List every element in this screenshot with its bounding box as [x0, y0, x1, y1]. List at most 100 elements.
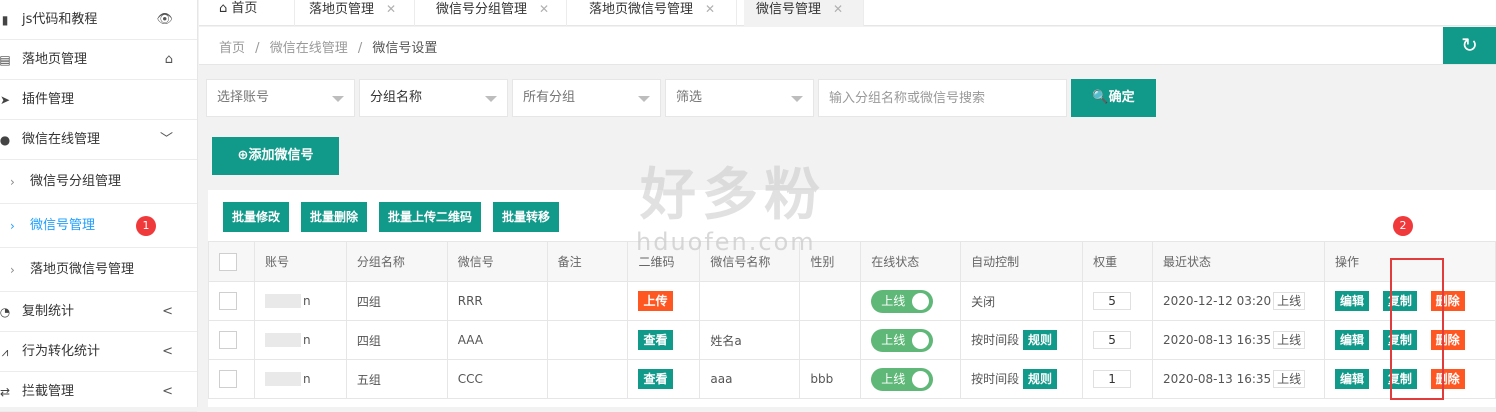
pie-chart-icon: ◔: [0, 305, 11, 319]
tab-group-mgmt[interactable]: 微信号分组管理 ✕: [424, 0, 567, 26]
chevron-down-icon: ﹀: [159, 132, 173, 147]
weight-input[interactable]: 1: [1093, 370, 1132, 388]
edit-button[interactable]: 编辑: [1334, 369, 1369, 389]
account-select[interactable]: 选择账号: [206, 79, 355, 117]
batch-edit-button[interactable]: 批量修改: [223, 202, 290, 232]
line-chart-icon: ⩘: [1, 345, 9, 359]
copy-button[interactable]: 复制: [1382, 369, 1417, 389]
tab-wechat-mgmt[interactable]: 微信号管理 ✕: [744, 0, 864, 26]
qr-cell: 上传: [627, 281, 701, 321]
home-icon: ⌂: [219, 1, 228, 16]
wechat-table: 账号 分组名称 微信号 备注 二维码 微信号名称 性别 在线状态 自动控制 权重…: [208, 241, 1496, 399]
wechat-cell: RRR: [446, 281, 548, 321]
copy-button[interactable]: 复制: [1382, 330, 1417, 350]
sidebar-item-plugins[interactable]: ➤ 插件管理: [0, 80, 197, 120]
batch-transfer-button[interactable]: 批量转移: [493, 202, 560, 232]
refresh-icon: ↻: [1461, 33, 1478, 57]
row-checkbox[interactable]: [208, 320, 255, 360]
chevron-left-icon: <: [162, 384, 173, 399]
close-icon[interactable]: ✕: [833, 2, 843, 16]
set-online-button[interactable]: 上线: [1273, 331, 1306, 349]
batch-delete-button[interactable]: 批量删除: [301, 202, 368, 232]
select-value: 筛选: [676, 90, 703, 105]
table-row: n 五组 CCC 查看 aaa bbb 上线 按时间段 规则 1 2020-08…: [208, 359, 1496, 399]
sidebar-sub-label: 落地页微信号管理: [30, 262, 135, 277]
add-wechat-button[interactable]: ⊕添加微信号: [212, 137, 339, 175]
set-online-button[interactable]: 上线: [1273, 370, 1306, 388]
sidebar-sub-wechat-mgmt[interactable]: › 微信号管理 1: [0, 204, 197, 248]
search-input[interactable]: [818, 79, 1067, 117]
sidebar-sub-landing-wechat[interactable]: › 落地页微信号管理: [0, 248, 197, 292]
wechat-cell: CCC: [446, 359, 548, 399]
auto-cell: 关闭: [960, 281, 1084, 321]
weight-input[interactable]: 5: [1093, 292, 1132, 310]
eye-icon: 👁: [156, 12, 173, 27]
sidebar-sub-group-mgmt[interactable]: › 微信号分组管理: [0, 160, 197, 204]
recent-cell: 2020-08-13 16:35 上线: [1152, 359, 1325, 399]
all-groups-select[interactable]: 所有分组: [512, 79, 661, 117]
wechat-table-panel: 批量修改 批量删除 批量上传二维码 批量转移 账号 分组名称 微信号 备注 二维…: [208, 190, 1496, 407]
tab-home[interactable]: ⌂ 首页: [207, 0, 295, 26]
breadcrumb-sep: /: [357, 41, 363, 56]
edit-button[interactable]: 编辑: [1334, 330, 1369, 350]
rule-button[interactable]: 规则: [1023, 330, 1058, 350]
chevron-right-icon: ›: [10, 175, 15, 189]
breadcrumb-sep: /: [255, 41, 260, 56]
close-icon[interactable]: ✕: [705, 2, 715, 16]
online-toggle[interactable]: 上线: [871, 328, 934, 352]
set-online-button[interactable]: 上线: [1273, 292, 1306, 310]
tab-landing-page[interactable]: 落地页管理 ✕: [297, 0, 415, 26]
chevron-right-icon: ›: [10, 263, 15, 277]
rule-button[interactable]: 规则: [1023, 369, 1058, 389]
chevron-left-icon: <: [162, 344, 173, 359]
sidebar-item-js-code[interactable]: ▮ js代码和教程 👁: [0, 0, 197, 40]
qr-cell: 查看: [627, 359, 701, 399]
delete-button[interactable]: 删除: [1430, 369, 1465, 389]
tab-bar: ⌂ 首页 落地页管理 ✕ 微信号分组管理 ✕ 落地页微信号管理 ✕ 微信号管理 ✕: [199, 0, 1496, 26]
home-icon: ⌂: [164, 52, 173, 67]
select-all-checkbox[interactable]: [208, 241, 255, 282]
col-auto-control: 自动控制: [960, 241, 1084, 282]
upload-qr-button[interactable]: 上传: [638, 291, 673, 311]
online-toggle[interactable]: 上线: [871, 367, 934, 391]
recent-cell: 2020-12-12 03:20 上线: [1152, 281, 1325, 321]
close-icon[interactable]: ✕: [386, 2, 396, 16]
view-qr-button[interactable]: 查看: [638, 369, 673, 389]
weight-input[interactable]: 5: [1093, 331, 1132, 349]
sidebar-item-conversion-stats[interactable]: ⩘ 行为转化统计 <: [0, 332, 197, 372]
close-icon[interactable]: ✕: [539, 2, 549, 16]
filter-select[interactable]: 筛选: [665, 79, 814, 117]
copy-button[interactable]: 复制: [1382, 291, 1417, 311]
online-toggle[interactable]: 上线: [871, 289, 934, 313]
tab-label: 首页: [231, 1, 258, 16]
plus-circle-icon: ⊕: [237, 148, 249, 163]
select-value: 所有分组: [523, 90, 576, 105]
search-icon: 🔍: [1092, 90, 1109, 105]
breadcrumb: 首页 / 微信在线管理 / 微信号设置: [219, 37, 443, 56]
breadcrumb-wechat-online[interactable]: 微信在线管理: [270, 41, 348, 56]
col-gender: 性别: [799, 241, 862, 282]
sidebar-item-wechat-online[interactable]: ● 微信在线管理 ﹀: [0, 120, 197, 160]
refresh-button[interactable]: ↻: [1443, 27, 1496, 64]
batch-upload-qr-button[interactable]: 批量上传二维码: [379, 202, 482, 232]
weight-cell: 5: [1082, 320, 1154, 360]
row-checkbox[interactable]: [208, 281, 255, 321]
tab-label: 微信号分组管理: [436, 2, 528, 17]
delete-button[interactable]: 删除: [1430, 291, 1465, 311]
edit-button[interactable]: 编辑: [1334, 291, 1369, 311]
gender-cell: [799, 320, 862, 360]
bookmark-icon: ▮: [1, 13, 9, 27]
delete-button[interactable]: 删除: [1430, 330, 1465, 350]
sidebar-item-copy-stats[interactable]: ◔ 复制统计 <: [0, 292, 197, 332]
sidebar-item-label: js代码和教程: [22, 12, 98, 27]
group-name-select[interactable]: 分组名称: [359, 79, 508, 117]
sidebar-sub-label: 微信号分组管理: [30, 174, 122, 189]
breadcrumb-home[interactable]: 首页: [219, 41, 245, 56]
sidebar-item-intercept[interactable]: ⇄ 拦截管理 <: [0, 372, 197, 412]
sidebar-item-landing-page[interactable]: ▤ 落地页管理 ⌂: [0, 40, 197, 80]
confirm-search-button[interactable]: 🔍确定: [1071, 79, 1156, 117]
tab-label: 落地页微信号管理: [589, 2, 694, 17]
view-qr-button[interactable]: 查看: [638, 330, 673, 350]
row-checkbox[interactable]: [208, 359, 255, 399]
tab-landing-wechat[interactable]: 落地页微信号管理 ✕: [577, 0, 737, 26]
